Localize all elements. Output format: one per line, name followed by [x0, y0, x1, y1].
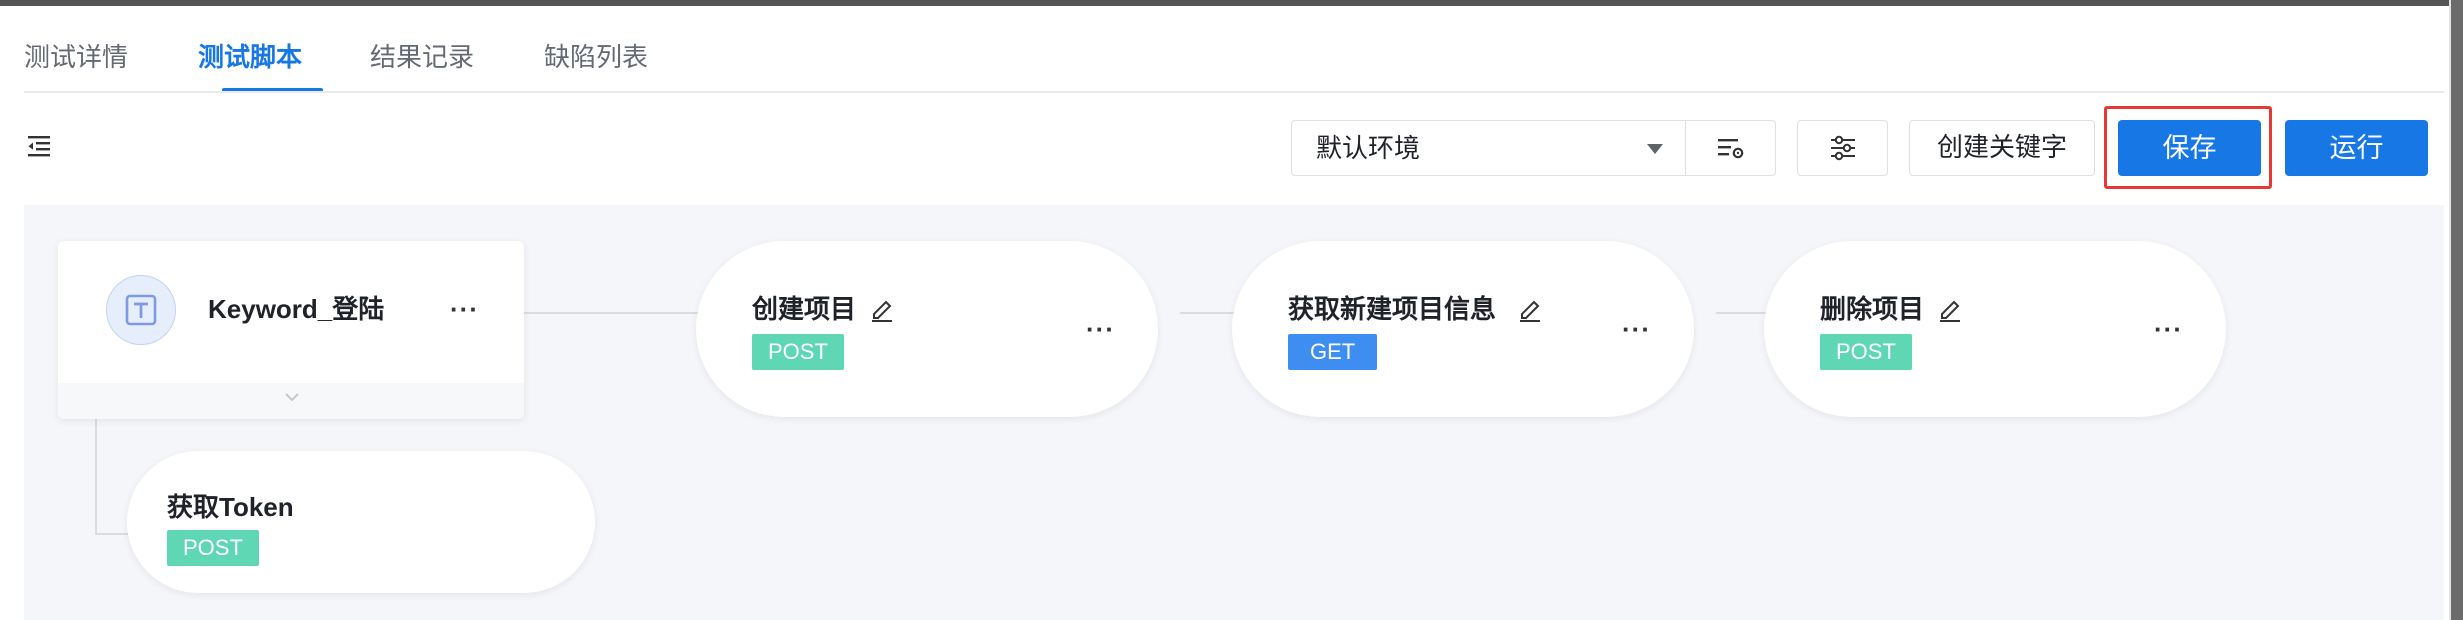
list-settings-icon — [1717, 139, 1743, 159]
tab-bar: 测试详情 测试脚本 结果记录 缺陷列表 — [24, 36, 2444, 94]
step-node-get-project-info[interactable]: 获取新建项目信息 GET ··· — [1232, 241, 1694, 417]
environment-settings-button[interactable] — [1685, 120, 1776, 176]
connector-line-vertical — [95, 419, 97, 535]
tabs-divider — [24, 91, 2444, 93]
create-keyword-button[interactable]: 创建关键字 — [1909, 120, 2095, 176]
text-type-icon — [125, 294, 157, 326]
tab-test-details[interactable]: 测试详情 — [24, 36, 128, 78]
tab-result-records[interactable]: 结果记录 — [370, 36, 474, 78]
collapse-sidebar-icon[interactable] — [26, 134, 54, 162]
window-frame-right — [2451, 0, 2463, 620]
method-badge: POST — [1820, 334, 1912, 370]
step-node-create-project[interactable]: 创建项目 POST ··· — [696, 241, 1158, 417]
keyword-more-icon[interactable]: ··· — [450, 296, 479, 322]
filter-settings-button[interactable] — [1797, 120, 1888, 176]
step-node-get-token[interactable]: 获取Token POST — [127, 451, 595, 593]
step-name: 创建项目 — [752, 294, 857, 324]
tab-defect-list[interactable]: 缺陷列表 — [544, 36, 648, 78]
edit-icon[interactable] — [1516, 294, 1544, 322]
method-badge: GET — [1288, 334, 1378, 370]
step-node-delete-project[interactable]: 删除项目 POST ··· — [1764, 241, 2226, 417]
step-name: 删除项目 — [1820, 294, 1925, 324]
edit-icon[interactable] — [1936, 294, 1964, 322]
keyword-title: Keyword_登陆 — [208, 294, 385, 324]
step-more-icon[interactable]: ··· — [1086, 316, 1115, 342]
method-badge: POST — [752, 334, 844, 370]
run-button[interactable]: 运行 — [2285, 120, 2428, 176]
edit-icon[interactable] — [868, 294, 896, 322]
keyword-node[interactable]: Keyword_登陆 ··· — [58, 241, 524, 419]
step-name: 获取新建项目信息 — [1288, 294, 1497, 324]
caret-down-icon — [1647, 144, 1663, 154]
environment-select[interactable]: 默认环境 — [1291, 120, 1686, 176]
connector-line — [524, 312, 720, 314]
keyword-avatar — [106, 275, 176, 345]
sliders-icon — [1830, 135, 1855, 161]
step-more-icon[interactable]: ··· — [1622, 316, 1651, 342]
flow-canvas: Keyword_登陆 ··· 获取Token POST 创建项目 POST ··… — [24, 205, 2444, 620]
chevron-down-icon[interactable] — [283, 391, 301, 403]
window-frame-top — [0, 0, 2463, 6]
step-more-icon[interactable]: ··· — [2154, 316, 2183, 342]
environment-select-value: 默认环境 — [1316, 133, 1421, 163]
tab-test-script[interactable]: 测试脚本 — [198, 36, 302, 78]
method-badge: POST — [167, 530, 259, 566]
step-name: 获取Token — [167, 492, 294, 522]
save-button[interactable]: 保存 — [2118, 120, 2261, 176]
